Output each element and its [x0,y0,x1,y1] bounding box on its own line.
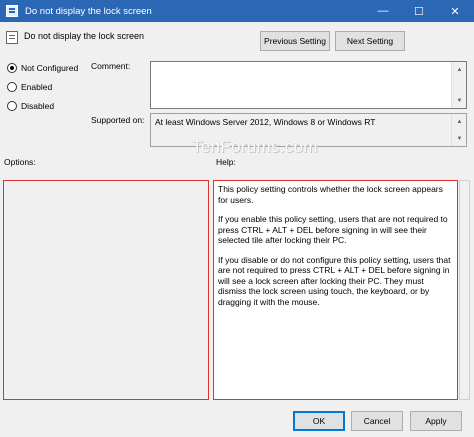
supported-on-value: At least Windows Server 2012, Windows 8 … [155,117,376,127]
watermark-text: TenForums.com [192,137,318,156]
close-button[interactable]: ✕ [440,0,470,22]
options-panel [3,180,209,400]
radio-label-disabled: Disabled [21,101,55,111]
next-setting-button[interactable]: Next Setting [335,31,405,51]
radio-button[interactable] [7,82,17,92]
comment-label: Comment: [91,61,131,71]
radio-enabled[interactable]: Enabled [7,82,52,92]
minimize-button[interactable]: — [368,0,398,22]
ok-button[interactable]: OK [293,411,345,431]
scroll-down-icon[interactable]: ▼ [452,93,467,108]
radio-button-selected[interactable] [7,63,17,73]
scroll-up-icon[interactable]: ▲ [452,114,467,129]
scroll-down-icon[interactable]: ▼ [452,131,467,146]
help-scrollbar[interactable] [459,180,470,400]
radio-label-not-configured: Not Configured [21,63,79,73]
supported-scrollbar[interactable]: ▲ ▼ [451,114,466,146]
maximize-button[interactable]: ☐ [404,0,434,22]
radio-disabled[interactable]: Disabled [7,101,54,111]
previous-setting-button[interactable]: Previous Setting [260,31,330,51]
supported-on-label: Supported on: [91,115,145,125]
options-label: Options: [4,157,36,167]
radio-not-configured[interactable]: Not Configured [7,63,78,73]
comment-textarea[interactable]: ▲ ▼ [150,61,467,109]
window-titlebar: Do not display the lock screen — ☐ ✕ [0,0,474,22]
help-label: Help: [216,157,236,167]
help-paragraph: If you enable this policy setting, users… [218,214,448,245]
scroll-up-icon[interactable]: ▲ [452,62,467,77]
help-paragraph: If you disable or do not configure this … [218,254,451,307]
apply-button[interactable]: Apply [410,411,462,431]
cancel-button[interactable]: Cancel [351,411,403,431]
policy-app-icon [6,5,18,17]
help-panel: This policy setting controls whether the… [213,180,458,400]
radio-button[interactable] [7,101,17,111]
help-paragraph: This policy setting controls whether the… [218,184,443,205]
policy-setting-icon [6,31,18,44]
window-title: Do not display the lock screen [25,5,152,17]
setting-title: Do not display the lock screen [24,31,145,41]
comment-scrollbar[interactable]: ▲ ▼ [451,62,466,108]
radio-label-enabled: Enabled [21,82,53,92]
